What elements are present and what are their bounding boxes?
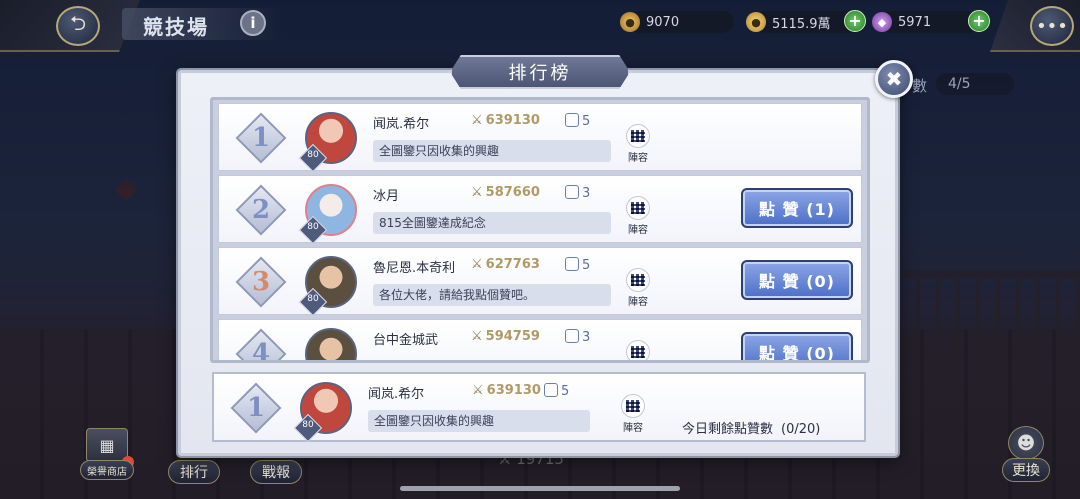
player-level: 80 [307, 222, 319, 232]
player-avatar[interactable] [305, 328, 357, 360]
thumbs-up-icon [565, 185, 579, 199]
currency-gem: ◆ 5971 [872, 11, 980, 33]
player-name: 闻岚.希尔 [373, 117, 430, 132]
lineup-grid-icon [631, 274, 645, 286]
leaderboard-row[interactable]: 1 80 闻岚.希尔 ⚔ 639130 5 全圖鑒只因收集的興趣 陣容 [218, 103, 862, 173]
player-motto: 全圖鑒只因收集的興趣 [373, 140, 611, 162]
back-button[interactable]: ⮌ [56, 6, 100, 46]
lineup-button[interactable]: 陣容 [623, 196, 653, 236]
player-level: 80 [302, 420, 314, 430]
lineup-grid-icon [626, 400, 640, 412]
lineup-label: 陣容 [628, 297, 648, 308]
player-name: 台中金城武 [373, 333, 439, 348]
attempts-label: 數 [912, 77, 928, 95]
player-power: ⚔ 639130 [472, 383, 541, 398]
info-button[interactable]: i [240, 10, 266, 36]
currency-value: 9070 [646, 14, 680, 30]
rank-number: 1 [251, 123, 271, 153]
attempts-value: 4/5 [936, 73, 1014, 95]
crossed-swords-icon: ⚔ [471, 113, 483, 128]
player-likes: 3 [565, 329, 590, 345]
add-gold-button[interactable]: + [844, 10, 866, 32]
close-icon: ✖ [885, 67, 903, 91]
player-name: 魯尼恩.本奇利 [373, 261, 456, 276]
like-button[interactable]: 點 贊 (1) [741, 188, 853, 228]
thumbs-up-icon [565, 329, 579, 343]
player-likes: 3 [565, 185, 590, 201]
thumbs-up-icon [565, 257, 579, 271]
lineup-grid-icon [631, 346, 645, 358]
chat-bubble-icon: ••• [1036, 15, 1068, 37]
thumbs-up-icon [544, 383, 558, 397]
shop-icon[interactable]: ▦ [86, 428, 128, 462]
player-likes: 5 [544, 383, 569, 399]
lineup-button[interactable]: 陣容 [618, 394, 648, 434]
rank-number: 2 [251, 195, 271, 225]
lineup-grid-icon [631, 130, 645, 142]
top-bar: ⮌ 競技場 i ● 9070 ● 5115.9萬 + ◆ 5971 + ••• [0, 0, 1080, 52]
back-arrow-icon: ⮌ [69, 11, 87, 35]
player-level: 80 [307, 150, 319, 160]
add-gem-button[interactable]: + [968, 10, 990, 32]
player-power: ⚔ 627763 [471, 257, 540, 272]
lineup-label: 陣容 [628, 225, 648, 236]
gold-coin-icon: ● [746, 12, 766, 32]
leaderboard-row[interactable]: 2 80 冰月 ⚔ 587660 3 815全圖鑒達成紀念 陣容 點 贊 (1) [218, 175, 862, 245]
rank-number: 1 [246, 393, 266, 423]
home-indicator[interactable] [400, 486, 680, 491]
lineup-button[interactable] [623, 340, 653, 360]
like-button[interactable]: 點 贊 (0) [741, 332, 853, 360]
crossed-swords-icon: ⚔ [471, 185, 483, 200]
gem-icon: ◆ [872, 12, 892, 32]
screen-title: 競技場 [143, 15, 209, 39]
crossed-swords-icon: ⚔ [471, 329, 483, 344]
player-name: 闻岚.希尔 [368, 387, 425, 402]
ranking-button[interactable]: 排行 [168, 460, 220, 484]
player-level: 80 [307, 294, 319, 304]
player-likes: 5 [565, 257, 590, 273]
player-name: 冰月 [373, 189, 400, 204]
player-power: ⚔ 594759 [471, 329, 540, 344]
lineup-button[interactable]: 陣容 [623, 124, 653, 164]
thumbs-up-icon [565, 113, 579, 127]
crossed-swords-icon: ⚔ [471, 257, 483, 272]
like-button[interactable]: 點 贊 (0) [741, 260, 853, 300]
player-power: ⚔ 587660 [471, 185, 540, 200]
player-power: ⚔ 639130 [471, 113, 540, 128]
medal-coin-icon: ● [620, 12, 640, 32]
chat-button[interactable]: ••• [1030, 6, 1074, 46]
leaderboard-row[interactable]: 3 80 魯尼恩.本奇利 ⚔ 627763 5 各位大佬，請給我點個贊吧。 陣容 … [218, 247, 862, 317]
remaining-likes-count: (0/20) [781, 422, 821, 437]
switch-opponent-icon[interactable]: ☻ [1008, 426, 1044, 460]
modal-title: 排行榜 [450, 55, 630, 89]
currency-value: 5115.9萬 [772, 16, 831, 32]
player-motto: 全圖鑒只因收集的興趣 [368, 410, 590, 432]
lineup-label: 陣容 [623, 423, 643, 434]
leaderboard-row[interactable]: 4 台中金城武 ⚔ 594759 3 點 贊 (0) [218, 319, 862, 363]
battle-report-button[interactable]: 戰報 [250, 460, 302, 484]
crossed-swords-icon: ⚔ [472, 383, 484, 398]
player-motto: 815全圖鑒達成紀念 [373, 212, 611, 234]
currency-value: 5971 [898, 14, 932, 30]
remaining-likes-label: 今日剩餘點贊數 [682, 422, 774, 437]
rank-number: 4 [251, 339, 271, 363]
honor-shop-button[interactable]: 榮譽商店 [80, 460, 134, 480]
lineup-label: 陣容 [628, 153, 648, 164]
player-motto: 各位大佬，請給我點個贊吧。 [373, 284, 611, 306]
rank-number: 3 [251, 267, 271, 297]
currency-medal: ● 9070 [620, 11, 734, 33]
lineup-grid-icon [631, 202, 645, 214]
info-icon: i [250, 14, 256, 32]
leaderboard-list[interactable]: 1 80 闻岚.希尔 ⚔ 639130 5 全圖鑒只因收集的興趣 陣容 2 80 … [210, 97, 870, 363]
my-rank-row: 1 80 闻岚.希尔 ⚔ 639130 5 全圖鑒只因收集的興趣 陣容 今日剩餘點… [212, 372, 866, 443]
player-likes: 5 [565, 113, 590, 129]
remaining-likes: 今日剩餘點贊數 (0/20) [682, 418, 820, 437]
lineup-button[interactable]: 陣容 [623, 268, 653, 308]
switch-button[interactable]: 更換 [1002, 458, 1050, 482]
close-button[interactable]: ✖ [875, 60, 913, 98]
